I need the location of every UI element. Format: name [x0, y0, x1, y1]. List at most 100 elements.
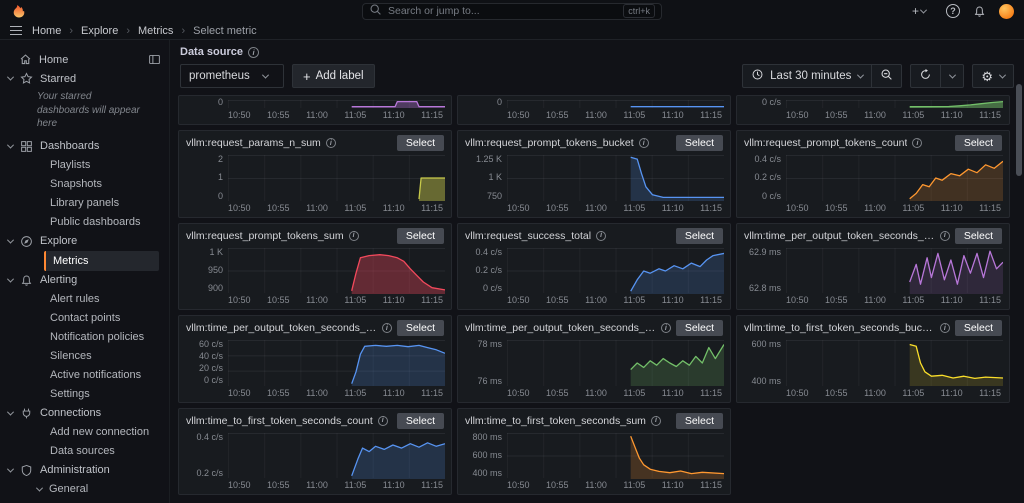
sidebar-item-metrics[interactable]: Metrics: [44, 250, 159, 271]
info-icon[interactable]: i: [348, 230, 359, 241]
select-button[interactable]: Select: [675, 412, 723, 429]
dock-sidebar-icon[interactable]: [148, 53, 161, 66]
sidebar-item-connections[interactable]: Connections: [0, 404, 169, 423]
time-series-chart[interactable]: [507, 247, 724, 294]
data-source-value: prometheus: [189, 70, 250, 82]
zoom-out-button[interactable]: [871, 65, 901, 87]
chevron-down-icon: [6, 236, 15, 244]
time-series-chart[interactable]: [507, 100, 724, 108]
time-series-chart[interactable]: [507, 432, 724, 479]
sidebar-item-contact-points[interactable]: Contact points: [0, 309, 169, 328]
info-icon[interactable]: i: [247, 46, 259, 58]
x-axis-tick: 11:15: [421, 295, 443, 305]
sidebar-item-public-dashboards[interactable]: Public dashboards: [0, 213, 169, 232]
breadcrumb-metrics[interactable]: Metrics: [118, 25, 173, 37]
info-icon[interactable]: i: [939, 323, 950, 333]
select-button[interactable]: Select: [954, 135, 1002, 151]
info-icon[interactable]: i: [912, 138, 923, 148]
x-axis-tick: 11:15: [979, 202, 1001, 213]
sidebar-item-alert-rules[interactable]: Alert rules: [0, 290, 169, 309]
y-axis-tick: 0 c/s: [203, 375, 223, 386]
sidebar-item-stats-and-license[interactable]: Stats and license: [0, 499, 169, 503]
notifications-bell-icon[interactable]: [973, 5, 986, 18]
menu-toggle-icon[interactable]: [10, 24, 22, 38]
time-series-chart[interactable]: [228, 432, 445, 479]
scrollbar-thumb[interactable]: [1016, 84, 1022, 176]
x-axis-tick: 10:50: [228, 387, 251, 398]
search-input[interactable]: Search or jump to... ctrl+k: [362, 2, 662, 20]
breadcrumb-home[interactable]: Home: [32, 25, 61, 37]
sidebar-item-active-notifications[interactable]: Active notifications: [0, 366, 169, 385]
select-button[interactable]: Select: [396, 135, 444, 151]
sidebar-item-starred[interactable]: Starred: [0, 69, 169, 88]
info-icon[interactable]: i: [377, 415, 388, 426]
sidebar-item-data-sources[interactable]: Data sources: [0, 442, 169, 461]
refresh-button[interactable]: [911, 65, 940, 87]
help-icon[interactable]: ?: [946, 4, 960, 18]
x-axis-tick: 10:50: [228, 480, 251, 490]
sidebar-item-dashboards[interactable]: Dashboards: [0, 137, 169, 156]
time-series-chart[interactable]: [786, 340, 1003, 386]
add-label-button[interactable]: + Add label: [292, 64, 375, 88]
select-button[interactable]: Select: [675, 320, 723, 336]
time-range-picker[interactable]: Last 30 minutes: [743, 65, 871, 87]
sidebar-item-general[interactable]: General: [0, 480, 169, 499]
time-series-chart[interactable]: [507, 340, 724, 386]
select-button[interactable]: Select: [675, 135, 723, 151]
sidebar-item-settings[interactable]: Settings: [0, 385, 169, 404]
sidebar-item-playlists[interactable]: Playlists: [0, 156, 169, 175]
new-menu-button[interactable]: +: [912, 5, 933, 17]
info-icon[interactable]: i: [325, 138, 336, 148]
x-axis-tick: 11:15: [979, 387, 1001, 398]
x-axis-tick: 11:05: [902, 295, 925, 305]
sidebar-item-alerting[interactable]: Alerting: [0, 271, 169, 290]
x-axis-tick: 10:50: [786, 110, 809, 120]
sidebar-item-add-new-connection[interactable]: Add new connection: [0, 423, 169, 442]
info-icon[interactable]: i: [381, 323, 392, 333]
sidebar-item-explore[interactable]: Explore: [0, 232, 169, 251]
x-axis-tick: 11:00: [306, 480, 328, 490]
select-button[interactable]: Select: [954, 227, 1002, 244]
x-axis-tick: 10:50: [786, 387, 809, 398]
time-series-chart[interactable]: [228, 100, 445, 108]
select-button[interactable]: Select: [675, 227, 723, 244]
y-axis-tick: 0.2 c/s: [196, 468, 223, 478]
panel-title: vllm:time_to_first_token_seconds_count: [186, 414, 373, 427]
chevron-down-icon: [998, 71, 1007, 79]
info-icon[interactable]: i: [638, 138, 649, 148]
select-button[interactable]: Select: [396, 412, 444, 429]
x-axis-tick: 11:00: [585, 202, 607, 213]
metric-panel: vllm:request_prompt_tokens_sum i Select 1 K…: [178, 222, 452, 310]
refresh-interval-dropdown[interactable]: [940, 65, 963, 87]
time-series-chart[interactable]: [786, 247, 1003, 294]
x-axis-tick: 11:15: [421, 480, 443, 490]
sidebar-item-notification-policies[interactable]: Notification policies: [0, 328, 169, 347]
time-series-chart[interactable]: [228, 155, 445, 201]
y-axis-tick: 20 c/s: [198, 363, 223, 374]
sidebar-item-administration[interactable]: Administration: [0, 461, 169, 480]
user-avatar[interactable]: [999, 3, 1014, 19]
sidebar-item-snapshots[interactable]: Snapshots: [0, 175, 169, 194]
sidebar-item-library-panels[interactable]: Library panels: [0, 194, 169, 213]
sidebar-item-silences[interactable]: Silences: [0, 347, 169, 366]
select-button[interactable]: Select: [396, 320, 444, 336]
data-source-select[interactable]: prometheus: [180, 64, 284, 88]
time-series-chart[interactable]: [786, 100, 1003, 108]
time-series-chart[interactable]: [228, 340, 445, 386]
info-icon[interactable]: i: [596, 230, 607, 241]
time-series-chart[interactable]: [786, 155, 1003, 201]
breadcrumb-explore[interactable]: Explore: [61, 25, 118, 37]
x-axis-tick: 11:15: [700, 387, 722, 398]
panel-settings-button[interactable]: ⚙: [973, 65, 1013, 87]
sidebar-item-home[interactable]: Home: [0, 50, 169, 69]
time-series-chart[interactable]: [228, 247, 445, 294]
info-icon[interactable]: i: [939, 230, 950, 241]
info-icon[interactable]: i: [650, 415, 661, 426]
time-range-label: Last 30 minutes: [770, 70, 852, 82]
select-button[interactable]: Select: [954, 320, 1002, 336]
select-button[interactable]: Select: [396, 227, 444, 244]
clock-icon: [751, 68, 764, 84]
time-series-chart[interactable]: [507, 155, 724, 201]
info-icon[interactable]: i: [660, 323, 671, 333]
grafana-logo[interactable]: [10, 3, 26, 19]
